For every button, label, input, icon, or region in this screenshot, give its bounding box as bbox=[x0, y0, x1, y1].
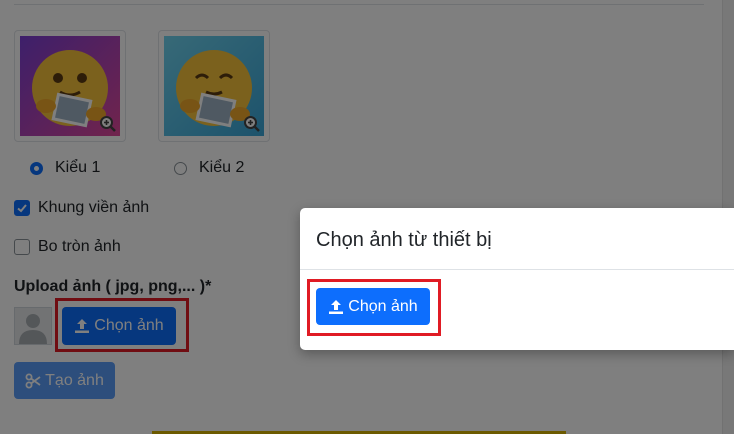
modal-highlight-box bbox=[307, 279, 441, 336]
choose-image-modal: Chọn ảnh từ thiết bị Chọn ảnh bbox=[300, 208, 734, 350]
modal-header: Chọn ảnh từ thiết bị bbox=[300, 208, 734, 270]
modal-title: Chọn ảnh từ thiết bị bbox=[316, 229, 492, 251]
